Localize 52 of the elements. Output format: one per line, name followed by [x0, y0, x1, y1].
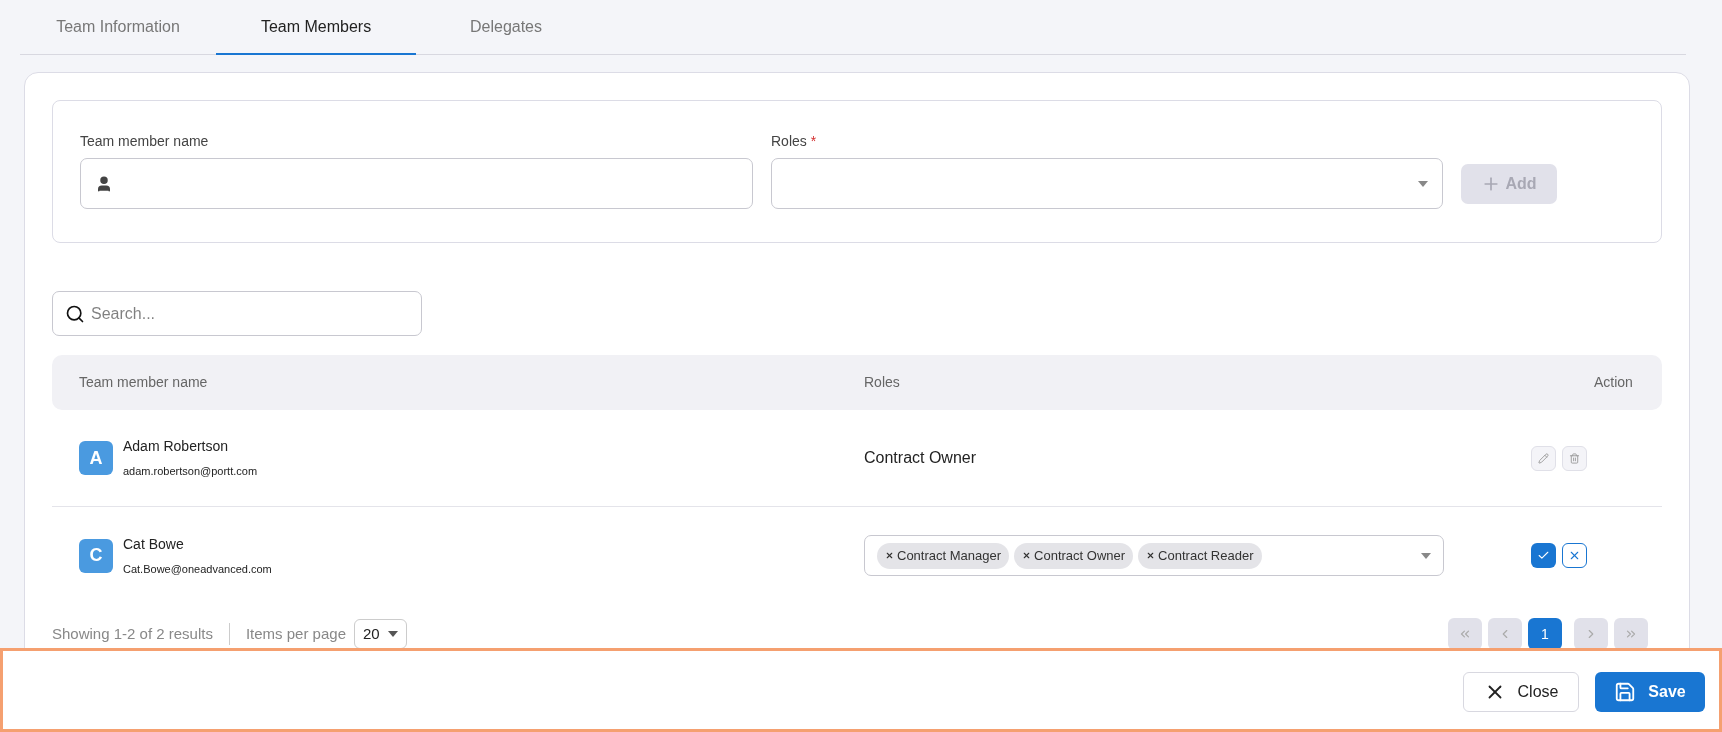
member-email: adam.robertson@portt.com: [123, 464, 258, 480]
cancel-button[interactable]: [1562, 543, 1587, 568]
dropdown-caret-icon: [1421, 552, 1431, 559]
roles-select[interactable]: Contract Manager Contract Owner Contract Reader: [864, 535, 1444, 576]
trash-icon: [1569, 452, 1580, 464]
member-name: Cat Bowe: [123, 534, 185, 554]
close-icon: [1568, 549, 1581, 562]
confirm-button[interactable]: [1531, 543, 1556, 568]
save-icon: [1614, 681, 1637, 703]
field-label: Team member name: [80, 132, 210, 151]
pencil-icon: [1538, 452, 1549, 464]
last-page-button[interactable]: [1614, 618, 1648, 650]
double-chevron-right-icon: [1624, 627, 1638, 641]
search-field[interactable]: Search...: [52, 291, 422, 336]
edit-button[interactable]: [1531, 445, 1556, 471]
roles-select[interactable]: [771, 158, 1443, 209]
member-name: Adam Robertson: [123, 437, 230, 457]
first-page-button[interactable]: [1448, 618, 1482, 650]
remove-icon: [1022, 551, 1032, 560]
column-header: Team member name: [78, 373, 209, 392]
member-email: Cat.Bowe@oneadvanced.com: [123, 561, 272, 577]
role-tag[interactable]: Contract Manager: [877, 542, 1010, 569]
search-input[interactable]: Search...: [91, 301, 409, 326]
items-per-page-label: Items per page: [244, 623, 347, 644]
role-tag[interactable]: Contract Reader: [1138, 542, 1262, 569]
remove-icon: [885, 551, 894, 560]
dropdown-caret-icon: [1418, 180, 1428, 187]
next-page-button[interactable]: [1574, 618, 1608, 650]
required-mark: *: [810, 132, 817, 151]
avatar: A: [79, 441, 113, 475]
column-header: Action: [1593, 373, 1633, 392]
avatar: C: [79, 538, 113, 573]
field-label: Roles: [771, 132, 807, 151]
double-chevron-left-icon: [1458, 627, 1472, 641]
check-icon: [1537, 549, 1550, 562]
tab[interactable]: Delegates: [416, 0, 596, 55]
role-tag[interactable]: Contract Owner: [1014, 542, 1134, 569]
person-icon: [95, 174, 113, 193]
delete-button[interactable]: [1562, 445, 1587, 471]
page-button[interactable]: 1: [1528, 618, 1562, 650]
tab[interactable]: Team Information: [20, 0, 216, 55]
previous-page-button[interactable]: [1488, 618, 1522, 650]
name-field[interactable]: [80, 158, 753, 209]
remove-icon: [1146, 551, 1156, 560]
save-button[interactable]: Save: [1595, 672, 1705, 712]
role-text: Contract Owner: [864, 448, 977, 468]
tab[interactable]: Team Members: [216, 0, 416, 55]
search-icon: [65, 303, 85, 324]
column-header: Roles: [864, 373, 901, 392]
close-button[interactable]: Close: [1463, 672, 1579, 712]
results-summary: Showing 1-2 of 2 results: [52, 622, 230, 646]
dropdown-caret-icon: [387, 631, 398, 637]
